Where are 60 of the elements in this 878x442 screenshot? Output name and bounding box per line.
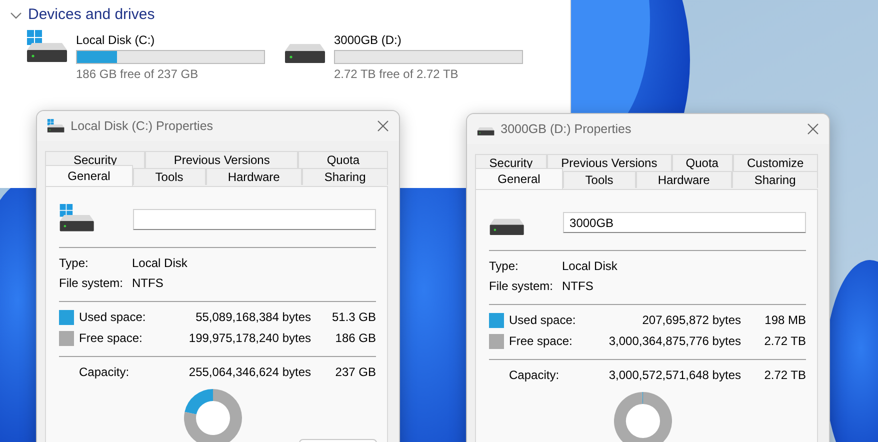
byte-count: 207,695,872 bytes bbox=[641, 313, 741, 328]
tab[interactable]: Customize bbox=[732, 154, 818, 171]
drive-name[interactable]: Local Disk (C:) bbox=[76, 33, 265, 47]
space-label: Free space: bbox=[79, 331, 144, 346]
space-label: Capacity: bbox=[79, 364, 130, 379]
space-label: Capacity: bbox=[509, 368, 560, 382]
section-title[interactable]: Devices and drives bbox=[28, 6, 155, 23]
byte-count: 3,000,572,571,648 bytes bbox=[608, 368, 741, 382]
tab[interactable]: Tools bbox=[133, 168, 206, 185]
free-space-text: 186 GB free of 237 GB bbox=[76, 67, 200, 81]
close-icon[interactable] bbox=[377, 120, 389, 132]
system-drive-icon bbox=[47, 118, 65, 134]
close-icon[interactable] bbox=[807, 123, 819, 135]
property-value: NTFS bbox=[562, 278, 594, 293]
drive-icon bbox=[489, 218, 525, 236]
legend-swatch bbox=[59, 330, 74, 346]
size-value: 2.72 TB bbox=[763, 334, 806, 348]
property-value: Local Disk bbox=[132, 256, 188, 270]
property-value: NTFS bbox=[132, 276, 164, 290]
property-label: File system: bbox=[489, 278, 554, 293]
tab[interactable]: Sharing bbox=[302, 168, 388, 185]
tab[interactable]: Hardware bbox=[636, 171, 732, 188]
drive-icon bbox=[284, 43, 326, 64]
tab[interactable]: Previous Versions bbox=[546, 154, 672, 171]
size-value: 2.72 TB bbox=[763, 368, 806, 382]
byte-count: 199,975,178,240 bytes bbox=[188, 331, 311, 346]
legend-swatch bbox=[489, 312, 504, 328]
byte-count: 55,089,168,384 bytes bbox=[194, 310, 311, 324]
volume-label-field[interactable]: 3000GB bbox=[562, 212, 806, 234]
space-label: Used space: bbox=[79, 310, 147, 324]
tab[interactable]: Sharing bbox=[732, 171, 818, 188]
drive-name[interactable]: 3000GB (D:) bbox=[334, 33, 523, 47]
space-label: Used space: bbox=[509, 313, 577, 328]
system-drive-icon bbox=[59, 204, 95, 233]
legend-swatch bbox=[489, 334, 504, 349]
system-drive-icon bbox=[26, 30, 68, 64]
size-value: 237 GB bbox=[334, 364, 376, 379]
tab[interactable]: Hardware bbox=[206, 168, 302, 185]
tab[interactable]: General bbox=[45, 165, 133, 186]
dialog-title: 3000GB (D:) Properties bbox=[500, 122, 632, 136]
size-value: 51.3 GB bbox=[330, 310, 376, 324]
size-value: 186 GB bbox=[334, 331, 376, 346]
size-value: 198 MB bbox=[764, 313, 806, 328]
property-label: Type: bbox=[489, 258, 520, 273]
tab[interactable]: General bbox=[475, 168, 563, 189]
dialog-title: Local Disk (C:) Properties bbox=[70, 119, 214, 133]
free-space-text: 2.72 TB free of 2.72 TB bbox=[334, 67, 460, 81]
tab[interactable]: Tools bbox=[563, 171, 636, 188]
legend-swatch bbox=[59, 310, 74, 325]
property-label: File system: bbox=[59, 276, 124, 290]
tab[interactable]: Quota bbox=[672, 154, 733, 171]
byte-count: 255,064,346,624 bytes bbox=[188, 364, 311, 379]
byte-count: 3,000,364,875,776 bytes bbox=[608, 334, 741, 348]
volume-label-field[interactable] bbox=[132, 209, 376, 230]
property-label: Type: bbox=[59, 256, 90, 270]
drive-icon bbox=[477, 127, 495, 136]
tab[interactable]: Previous Versions bbox=[145, 151, 298, 168]
property-value: Local Disk bbox=[562, 258, 618, 273]
tab[interactable]: Quota bbox=[298, 151, 388, 168]
space-label: Free space: bbox=[509, 334, 574, 348]
